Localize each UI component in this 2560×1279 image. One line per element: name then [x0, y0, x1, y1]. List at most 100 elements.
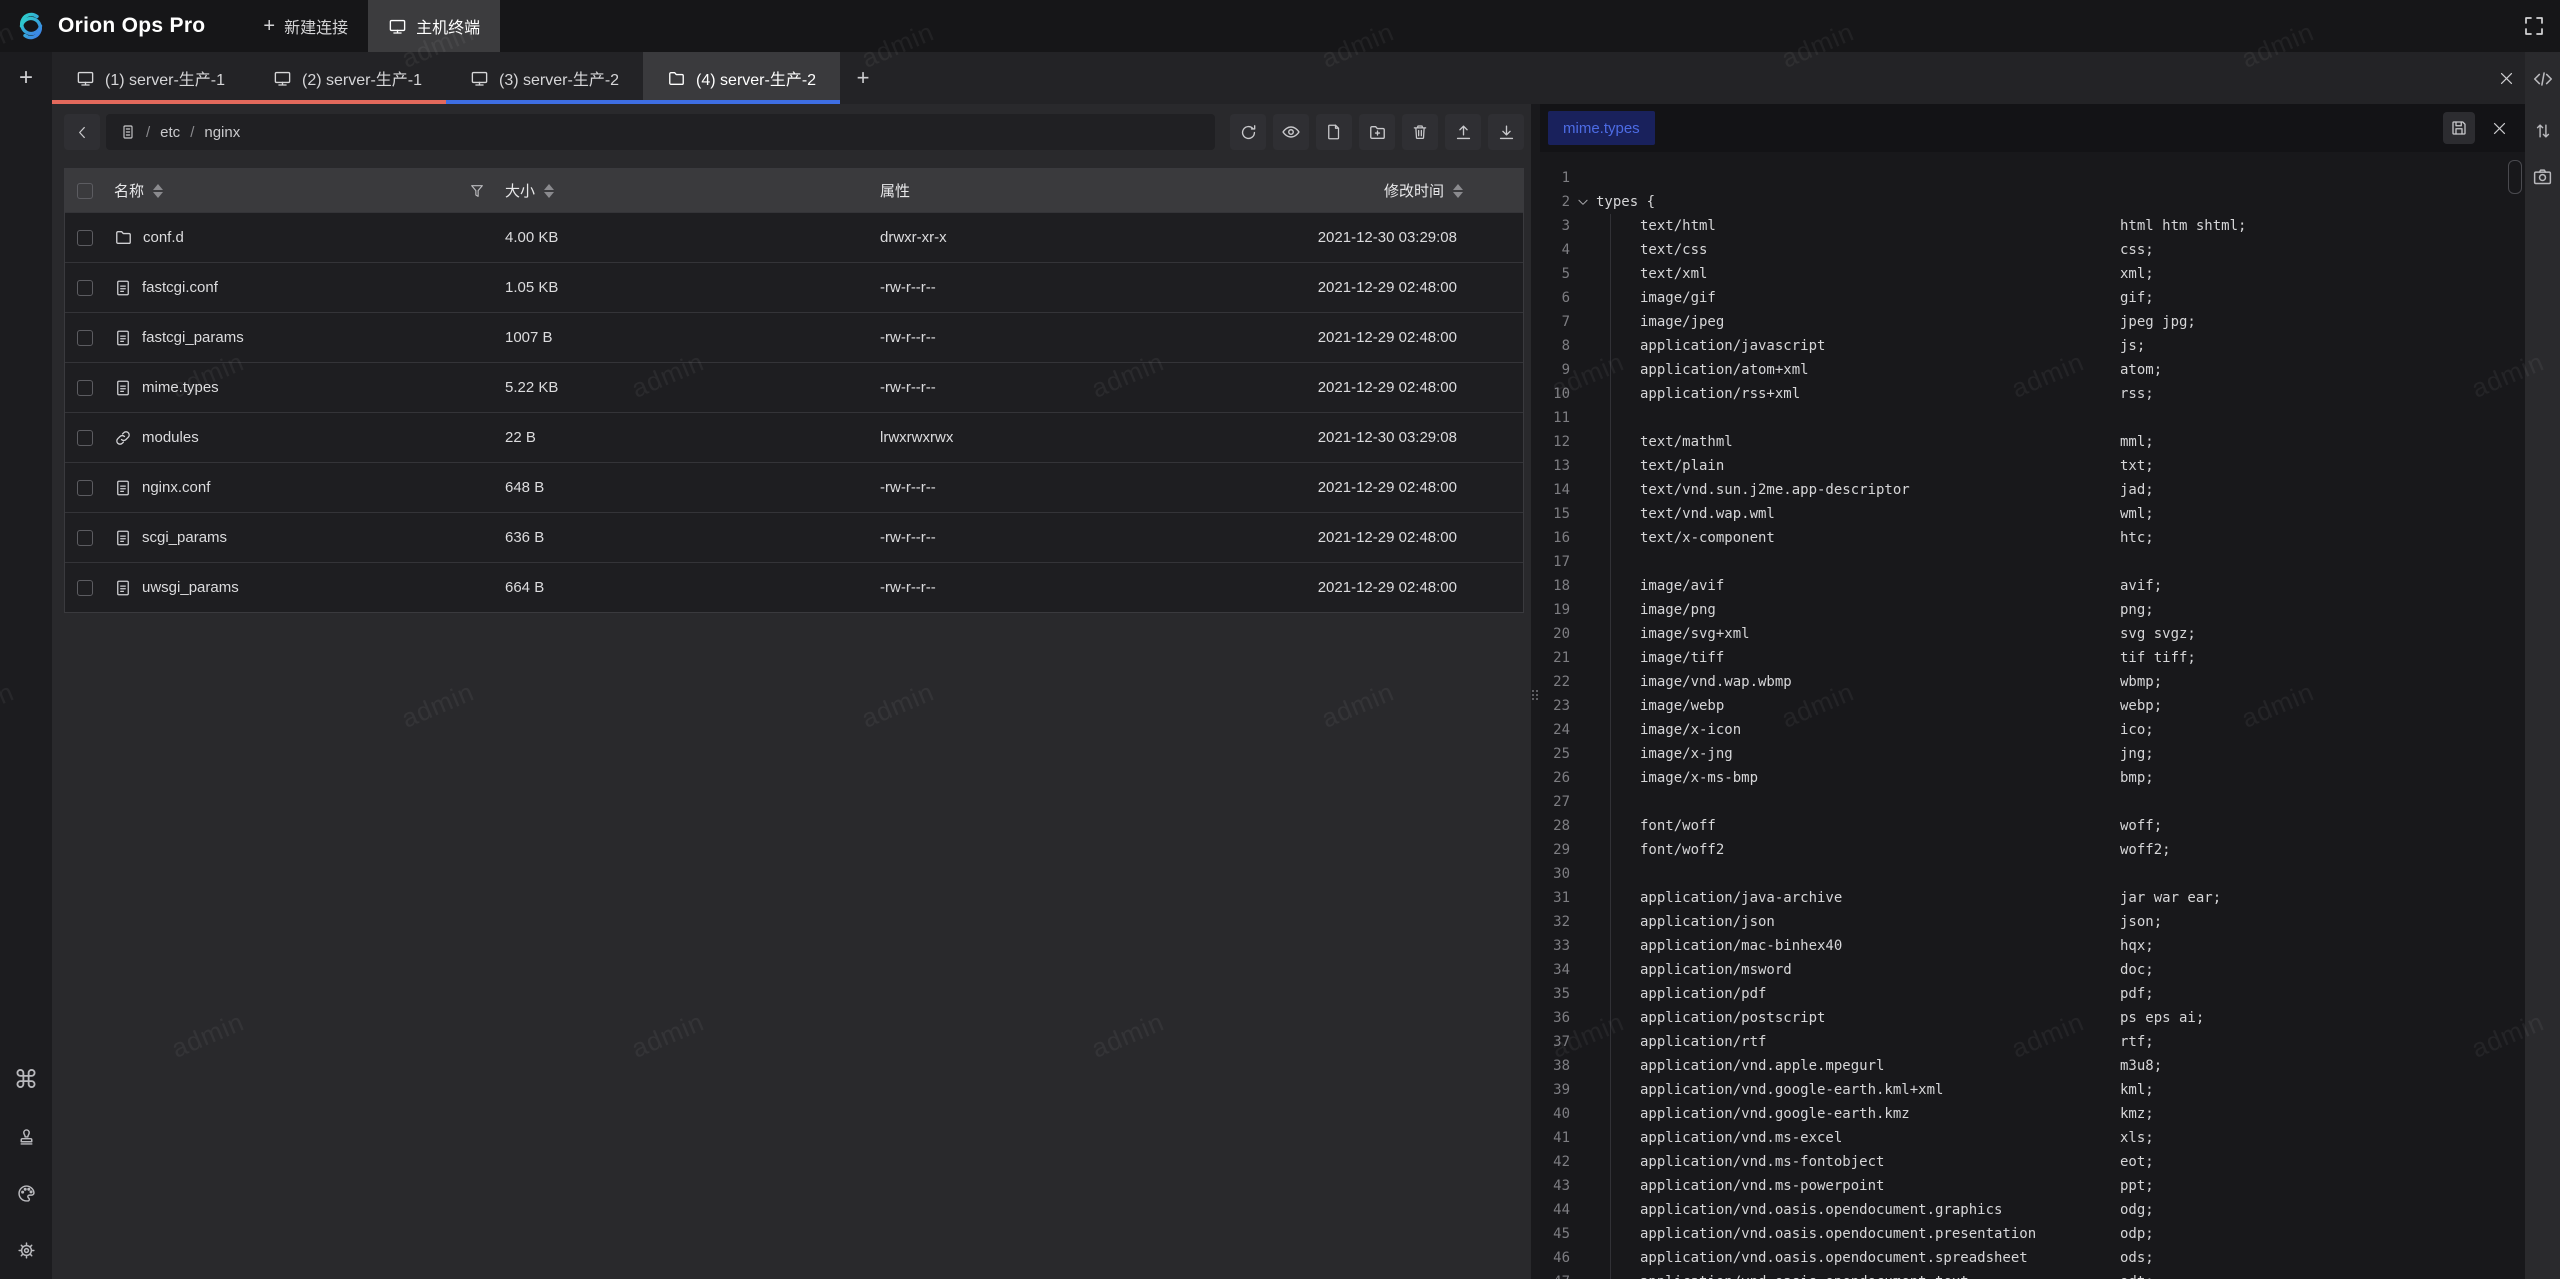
- code-line: 39application/vnd.google-earth.kml+xmlkm…: [1540, 1078, 2525, 1102]
- line-number: 39: [1540, 1078, 1570, 1102]
- extensions-text: pdf;: [2120, 986, 2154, 1002]
- add-tab-button[interactable]: +: [840, 52, 886, 104]
- session-tab[interactable]: (4) server-生产-2: [643, 52, 840, 104]
- sort-mtime-toggle[interactable]: [1453, 184, 1463, 198]
- column-header-mtime: 修改时间: [1384, 180, 1444, 201]
- file-name: fastcgi_params: [142, 329, 244, 346]
- session-tab[interactable]: (2) server-生产-1: [249, 52, 446, 104]
- file-attr: -rw-r--r--: [880, 329, 1295, 346]
- new-file-button[interactable]: [1316, 114, 1352, 150]
- code-panel-button[interactable]: [2530, 66, 2556, 92]
- file-attr: -rw-r--r--: [880, 579, 1295, 596]
- row-checkbox[interactable]: [77, 580, 93, 596]
- download-icon: [1497, 123, 1516, 142]
- screenshot-button[interactable]: [2530, 170, 2556, 196]
- row-checkbox[interactable]: [77, 230, 93, 246]
- trash-button[interactable]: [1402, 114, 1438, 150]
- fullscreen-icon: [2522, 14, 2546, 38]
- file-size: 4.00 KB: [505, 229, 880, 246]
- code-line: 12text/mathmlmml;: [1540, 430, 2525, 454]
- line-number: 33: [1540, 934, 1570, 958]
- theme-button[interactable]: [13, 1180, 39, 1206]
- select-all-checkbox[interactable]: [77, 183, 93, 199]
- mime-type-text: application/pdf: [1596, 982, 2120, 1006]
- line-number: 11: [1540, 406, 1570, 430]
- mime-type-text: image/tiff: [1596, 646, 2120, 670]
- mime-type-text: application/msword: [1596, 958, 2120, 982]
- eye-button[interactable]: [1273, 114, 1309, 150]
- close-session-button[interactable]: [2498, 52, 2515, 104]
- line-number: 43: [1540, 1174, 1570, 1198]
- mime-type-text: text/html: [1596, 214, 2120, 238]
- command-shortcuts-button[interactable]: ⌘: [13, 1066, 39, 1092]
- menu-host-terminal[interactable]: 主机终端: [368, 0, 500, 52]
- editor-close-button[interactable]: [2483, 112, 2515, 144]
- session-tab[interactable]: (3) server-生产-2: [446, 52, 643, 104]
- line-number: 2: [1540, 190, 1570, 214]
- table-row[interactable]: modules22 Blrwxrwxrwx2021-12-30 03:29:08: [65, 412, 1523, 462]
- back-button[interactable]: [64, 114, 100, 150]
- row-checkbox[interactable]: [77, 280, 93, 296]
- row-checkbox[interactable]: [77, 330, 93, 346]
- editor-file-tab[interactable]: mime.types: [1548, 111, 1655, 145]
- upload-button[interactable]: [1445, 114, 1481, 150]
- session-tab-label: (1) server-生产-1: [105, 66, 225, 90]
- table-row[interactable]: fastcgi.conf1.05 KB-rw-r--r--2021-12-29 …: [65, 262, 1523, 312]
- fold-toggle-icon[interactable]: [1570, 190, 1596, 214]
- transfer-list-button[interactable]: [2530, 118, 2556, 144]
- root-list-icon[interactable]: [120, 124, 136, 140]
- table-row[interactable]: nginx.conf648 B-rw-r--r--2021-12-29 02:4…: [65, 462, 1523, 512]
- code-line: 19image/pngpng;: [1540, 598, 2525, 622]
- new-folder-button[interactable]: [1359, 114, 1395, 150]
- code-line: 25image/x-jngjng;: [1540, 742, 2525, 766]
- row-checkbox[interactable]: [77, 380, 93, 396]
- right-sidebar: [2525, 52, 2560, 1279]
- row-checkbox[interactable]: [77, 430, 93, 446]
- mime-type-text: text/vnd.wap.wml: [1596, 502, 2120, 526]
- refresh-button[interactable]: [1230, 114, 1266, 150]
- column-header-name: 名称: [114, 180, 144, 201]
- code-editor[interactable]: 12types {3text/htmlhtml htm shtml;4text/…: [1540, 152, 2525, 1279]
- panel-splitter[interactable]: [1531, 104, 1540, 1279]
- splitter-grip-icon: [1532, 690, 1539, 700]
- add-connection-button[interactable]: +: [19, 66, 33, 90]
- sort-name-toggle[interactable]: [153, 184, 163, 198]
- extensions-text: jad;: [2120, 482, 2154, 498]
- code-line: 37application/rtfrtf;: [1540, 1030, 2525, 1054]
- session-tab[interactable]: (1) server-生产-1: [52, 52, 249, 104]
- table-row[interactable]: uwsgi_params664 B-rw-r--r--2021-12-29 02…: [65, 562, 1523, 612]
- file-mtime: 2021-12-30 03:29:08: [1295, 429, 1523, 446]
- extensions-text: jpeg jpg;: [2120, 314, 2196, 330]
- stamp-button[interactable]: [13, 1123, 39, 1149]
- row-checkbox[interactable]: [77, 530, 93, 546]
- menu-new-connection[interactable]: + 新建连接: [243, 0, 368, 52]
- line-number: 36: [1540, 1006, 1570, 1030]
- filter-icon[interactable]: [469, 183, 485, 199]
- fullscreen-button[interactable]: [2508, 0, 2560, 52]
- mime-type-text: image/x-ms-bmp: [1596, 766, 2120, 790]
- settings-button[interactable]: [13, 1237, 39, 1263]
- row-checkbox[interactable]: [77, 480, 93, 496]
- editor-scrollbar-thumb[interactable]: [2508, 160, 2522, 194]
- mime-type-text: font/woff: [1596, 814, 2120, 838]
- code-line: 28font/woffwoff;: [1540, 814, 2525, 838]
- table-row[interactable]: mime.types5.22 KB-rw-r--r--2021-12-29 02…: [65, 362, 1523, 412]
- extensions-text: tif tiff;: [2120, 650, 2196, 666]
- breadcrumb-segment-nginx[interactable]: nginx: [204, 124, 240, 141]
- sort-size-toggle[interactable]: [544, 184, 554, 198]
- save-button[interactable]: [2443, 112, 2475, 144]
- table-row[interactable]: conf.d4.00 KBdrwxr-xr-x2021-12-30 03:29:…: [65, 212, 1523, 262]
- extensions-text: ico;: [2120, 722, 2154, 738]
- breadcrumb-segment-etc[interactable]: etc: [160, 124, 180, 141]
- upload-icon: [1454, 123, 1473, 142]
- download-button[interactable]: [1488, 114, 1524, 150]
- line-number: 32: [1540, 910, 1570, 934]
- table-row[interactable]: scgi_params636 B-rw-r--r--2021-12-29 02:…: [65, 512, 1523, 562]
- terminal-icon: [388, 17, 407, 36]
- save-icon: [2450, 119, 2468, 137]
- extensions-text: woff2;: [2120, 842, 2171, 858]
- extensions-text: kmz;: [2120, 1106, 2154, 1122]
- table-row[interactable]: fastcgi_params1007 B-rw-r--r--2021-12-29…: [65, 312, 1523, 362]
- terminal-icon: [273, 69, 292, 88]
- extensions-text: svg svgz;: [2120, 626, 2196, 642]
